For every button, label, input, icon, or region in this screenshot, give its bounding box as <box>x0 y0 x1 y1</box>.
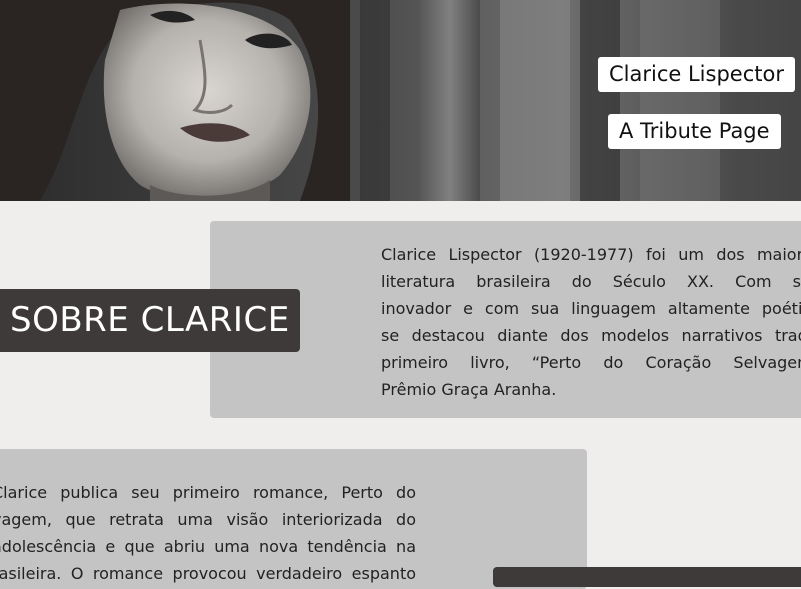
timeline-heading-box <box>493 567 801 587</box>
about-line: se destacou diante dos modelos narrativo… <box>381 326 801 345</box>
subtitle-tag: A Tribute Page <box>608 114 781 149</box>
timeline-line: adolescência e que abriu uma nova tendên… <box>0 537 416 556</box>
timeline-line: Clarice publica seu primeiro romance, Pe… <box>0 483 416 502</box>
timeline-paragraph: Clarice publica seu primeiro romance, Pe… <box>0 479 416 587</box>
about-line: inovador e com sua linguagem altamente p… <box>381 299 801 318</box>
about-paragraph: Clarice Lispector (1920-1977) foi um dos… <box>381 241 801 403</box>
hero-banner: Clarice Lispector A Tribute Page <box>0 0 801 201</box>
about-heading: SOBRE CLARICE <box>10 300 290 340</box>
about-heading-box: SOBRE CLARICE <box>0 289 300 352</box>
name-tag: Clarice Lispector <box>598 57 795 92</box>
portrait-photo <box>0 0 801 201</box>
about-line: primeiro livro, “Perto do Coração Selvag… <box>381 353 801 372</box>
about-line: Prêmio Graça Aranha. <box>381 380 557 399</box>
about-line: Clarice Lispector (1920-1977) foi um dos… <box>381 245 801 264</box>
timeline-line: vagem, que retrata uma visão interioriza… <box>0 510 416 529</box>
about-line: literatura brasileira do Século XX. Com … <box>381 272 801 291</box>
